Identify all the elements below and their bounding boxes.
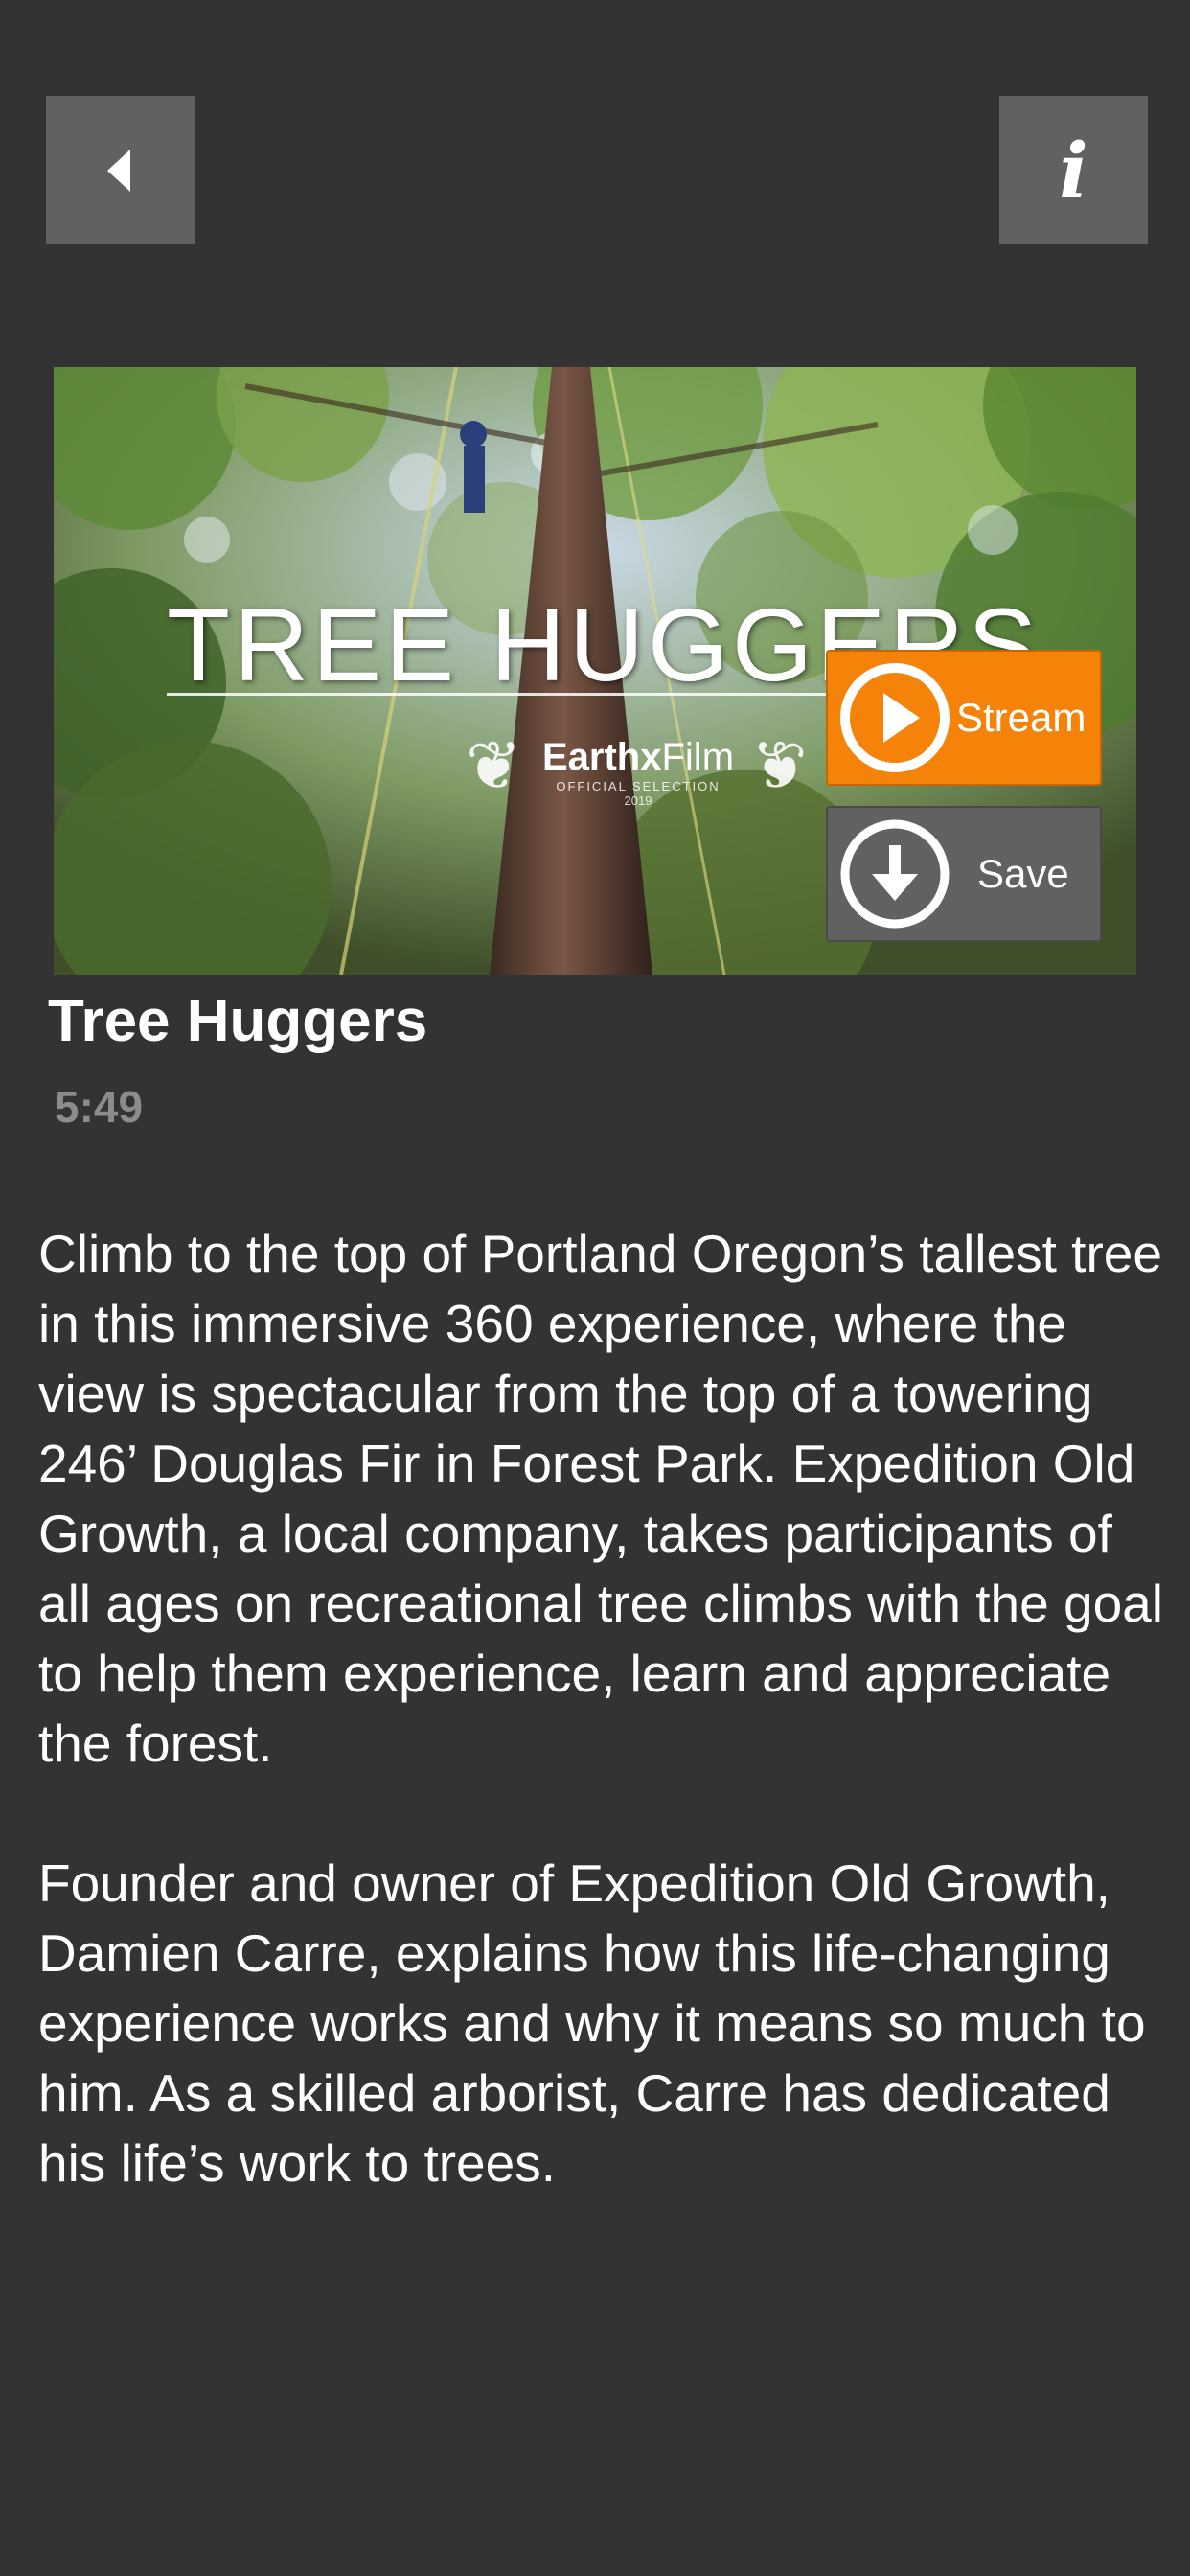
festival-badge: EarthxFilm OFFICIAL SELECTION 2019 [504, 736, 772, 808]
save-label: Save [977, 851, 1069, 896]
festival-name-bold: Earthx [541, 736, 662, 778]
stream-label: Stream [956, 695, 1087, 740]
laurel-right-icon: ❦ [751, 728, 808, 803]
back-arrow-icon [106, 149, 130, 192]
video-description: Climb to the top of Portland Oregon’s ta… [38, 1219, 1169, 2268]
video-duration: 5:49 [55, 1082, 144, 1132]
festival-name-light: Film [661, 736, 735, 778]
description-paragraph: Founder and owner of Expedition Old Grow… [38, 1853, 1146, 2193]
info-icon: i [1059, 125, 1088, 216]
play-circle-icon [840, 663, 950, 772]
download-circle-icon [840, 819, 950, 929]
stream-button[interactable]: Stream [826, 650, 1102, 786]
festival-subtitle: OFFICIAL SELECTION [556, 779, 721, 794]
info-button[interactable]: i [999, 96, 1148, 244]
save-button[interactable]: Save [826, 806, 1102, 942]
festival-year: 2019 [624, 794, 652, 808]
back-button[interactable] [46, 96, 195, 244]
description-paragraph: Climb to the top of Portland Oregon’s ta… [38, 1224, 1163, 1773]
video-title: Tree Huggers [48, 988, 428, 1054]
